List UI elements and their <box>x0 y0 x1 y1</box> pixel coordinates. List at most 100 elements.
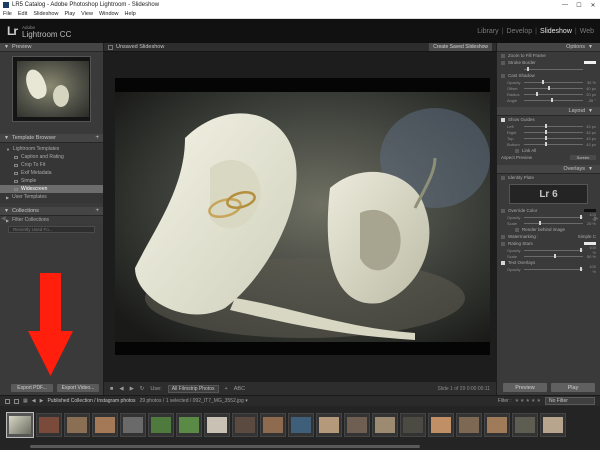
filmstrip-thumb[interactable] <box>428 412 454 437</box>
forward-icon[interactable]: ▶ <box>40 398 44 404</box>
module-library[interactable]: Library <box>477 28 498 35</box>
slider-knob[interactable] <box>544 136 547 140</box>
slider-knob[interactable] <box>553 254 556 258</box>
preview-button[interactable]: Preview <box>503 383 547 392</box>
secondary-display-icon[interactable]: 2 <box>14 398 19 404</box>
template-item[interactable]: Crop To Fit <box>0 161 103 169</box>
filmstrip-thumb[interactable] <box>64 412 90 437</box>
slider-track[interactable] <box>524 221 583 225</box>
slider-track[interactable] <box>524 215 583 219</box>
collections-header[interactable]: ▼ Collections + <box>0 207 103 216</box>
create-saved-slideshow-button[interactable]: Create Saved Slideshow <box>429 43 492 51</box>
zoom-fill-checkbox[interactable] <box>501 53 505 58</box>
watermarking-row[interactable]: Watermarking : Simple C <box>497 233 600 240</box>
link-all-checkbox[interactable] <box>515 148 519 153</box>
scrollbar-thumb[interactable] <box>30 445 420 448</box>
template-item[interactable]: Caption and Rating <box>0 153 103 161</box>
filmstrip-thumb[interactable] <box>540 412 566 437</box>
slider-knob[interactable] <box>541 80 544 84</box>
back-icon[interactable]: ◀ <box>32 398 36 404</box>
slider-knob[interactable] <box>544 130 547 134</box>
template-item[interactable]: Exif Metadata <box>0 169 103 177</box>
filmstrip-thumb[interactable] <box>148 412 174 437</box>
filmstrip-thumb[interactable] <box>204 412 230 437</box>
text-opacity-slider[interactable]: Opacity 100 % <box>497 264 600 274</box>
filmstrip-thumb[interactable] <box>176 412 202 437</box>
add-collection-icon[interactable]: + <box>95 208 99 214</box>
stroke-border-checkbox[interactable] <box>501 60 505 65</box>
abc-text-button[interactable]: ABC <box>234 386 245 392</box>
stop-icon[interactable]: ■ <box>110 386 113 392</box>
shadow-angle-slider[interactable]: Angle -35 ° <box>497 97 600 103</box>
template-folder-user[interactable]: ▶ User Templates <box>0 193 103 201</box>
watermark-select[interactable]: Simple C <box>578 234 596 239</box>
render-behind-row[interactable]: Render behind image <box>497 226 600 233</box>
template-folder-lightroom[interactable]: ▼ Lightroom Templates <box>0 145 103 153</box>
filmstrip-thumb[interactable] <box>36 412 62 437</box>
menu-play[interactable]: Play <box>64 11 75 17</box>
aspect-select[interactable]: Screen <box>570 155 596 160</box>
identity-plate-preview[interactable]: Lr 6 <box>509 184 588 204</box>
filter-collections-row[interactable]: ▶ Filter Collections <box>0 216 103 224</box>
cast-shadow-checkbox[interactable] <box>501 73 505 78</box>
right-panel-toggle-icon[interactable]: ▶ <box>594 215 599 222</box>
slider-knob[interactable] <box>535 92 538 96</box>
filter-select[interactable]: No Filter <box>545 397 595 405</box>
star-filter[interactable]: ★★★★★ <box>515 398 542 404</box>
slider-track[interactable] <box>524 248 583 252</box>
stroke-color-swatch[interactable] <box>584 61 596 64</box>
add-template-icon[interactable]: + <box>95 135 99 141</box>
filmstrip-thumb[interactable] <box>372 412 398 437</box>
rating-stars-row[interactable]: Rating Stars <box>497 240 600 247</box>
slider-track[interactable] <box>524 130 583 134</box>
module-web[interactable]: Web <box>580 28 594 35</box>
close-button[interactable]: ✕ <box>586 2 600 9</box>
primary-display-icon[interactable]: 1 <box>5 398 10 404</box>
grid-icon[interactable]: ▦ <box>23 398 28 404</box>
template-item[interactable]: Simple <box>0 177 103 185</box>
menu-file[interactable]: File <box>3 11 12 17</box>
link-all-row[interactable]: Link All <box>497 147 600 154</box>
slider-track[interactable] <box>524 124 583 128</box>
next-icon[interactable]: ▶ <box>130 386 134 392</box>
options-header[interactable]: Options ▼ <box>497 43 600 52</box>
filmstrip-thumb-selected[interactable] <box>6 411 34 438</box>
identity-plate-checkbox[interactable] <box>501 175 505 180</box>
filmstrip-thumb[interactable] <box>260 412 286 437</box>
filmstrip-thumb[interactable] <box>400 412 426 437</box>
overlays-header[interactable]: Overlays ▼ <box>497 165 600 174</box>
maximize-button[interactable]: ☐ <box>572 2 586 9</box>
prev-icon[interactable]: ◀ <box>119 386 123 392</box>
slider-knob[interactable] <box>550 98 553 102</box>
identity-plate-row[interactable]: Identity Plate <box>497 174 600 181</box>
slider-track[interactable] <box>524 267 583 271</box>
slider-knob[interactable] <box>526 67 529 71</box>
slider-track[interactable] <box>524 98 583 102</box>
slider-track[interactable] <box>524 142 583 146</box>
module-develop[interactable]: Develop <box>506 28 532 35</box>
left-panel-toggle-icon[interactable]: ◀ <box>1 215 6 222</box>
menu-window[interactable]: Window <box>99 11 119 17</box>
slider-knob[interactable] <box>580 248 583 252</box>
filmstrip-thumb[interactable] <box>456 412 482 437</box>
minimize-button[interactable]: — <box>558 2 572 9</box>
filmstrip-thumb[interactable] <box>316 412 342 437</box>
menu-slideshow[interactable]: Slideshow <box>33 11 58 17</box>
filmstrip-thumb[interactable] <box>232 412 258 437</box>
slider-track[interactable] <box>524 67 583 71</box>
option-cast-shadow[interactable]: Cast Shadow <box>497 72 600 79</box>
add-text-icon[interactable]: + <box>225 386 228 392</box>
export-pdf-button[interactable]: Export PDF... <box>11 383 53 392</box>
slider-knob[interactable] <box>544 142 547 146</box>
layout-header[interactable]: Layout ▼ <box>497 107 600 116</box>
module-slideshow[interactable]: Slideshow <box>540 28 572 35</box>
rotate-icon[interactable]: ↻ <box>140 386 145 392</box>
filmstrip-thumb[interactable] <box>344 412 370 437</box>
slider-track[interactable] <box>524 136 583 140</box>
preview-header[interactable]: ▼ Preview <box>0 43 103 52</box>
override-color-row[interactable]: Override Color <box>497 207 600 214</box>
filmstrip-thumb[interactable] <box>512 412 538 437</box>
menu-edit[interactable]: Edit <box>18 11 27 17</box>
slider-knob[interactable] <box>580 215 583 219</box>
filmstrip-thumb[interactable] <box>484 412 510 437</box>
